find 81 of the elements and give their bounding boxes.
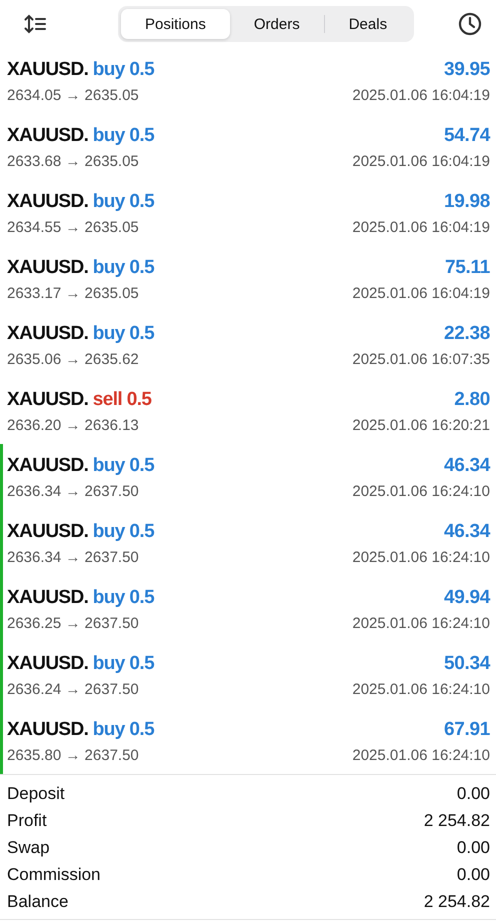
tab[interactable]: Deals [324, 9, 412, 39]
deal-time: 2025.01.06 16:04:19 [352, 152, 490, 170]
profit: 54.74 [444, 124, 490, 146]
order-type: buy 0.5 [92, 520, 154, 542]
summary-value: 0.00 [456, 838, 490, 858]
symbol: XAUUSD. [7, 520, 88, 542]
order-type: buy 0.5 [92, 454, 154, 476]
profit: 75.11 [445, 256, 490, 278]
profit: 67.91 [444, 718, 490, 740]
deal-time: 2025.01.06 16:20:21 [352, 416, 490, 434]
deal-row[interactable]: XAUUSD. buy 0.5 75.11 2633.17 → 2635.05 2025.01.06 16:04:19 [0, 246, 496, 312]
symbol: XAUUSD. [7, 190, 88, 212]
profit: 19.98 [444, 190, 490, 212]
order-type: buy 0.5 [92, 652, 154, 674]
order-type: buy 0.5 [92, 322, 154, 344]
deal-row[interactable]: XAUUSD. buy 0.5 67.91 2635.80 → 2637.50 2025.01.06 16:24:10 [0, 708, 496, 774]
summary-value: 2 254.82 [424, 810, 490, 830]
price-range: 2634.55 → 2635.05 [7, 218, 139, 236]
symbol: XAUUSD. [7, 256, 88, 278]
deal-row[interactable]: XAUUSD. sell 0.5 2.80 2636.20 → 2636.13 2025.01.06 16:20:21 [0, 378, 496, 444]
deal-row[interactable]: XAUUSD. buy 0.5 39.95 2634.05 → 2635.05 2025.01.06 16:04:19 [0, 48, 496, 114]
summary-label: Commission [7, 864, 101, 884]
sort-icon[interactable] [24, 14, 48, 34]
profit: 49.94 [444, 586, 490, 608]
symbol: XAUUSD. [7, 124, 88, 146]
deal-row[interactable]: XAUUSD. buy 0.5 22.38 2635.06 → 2635.62 2025.01.06 16:07:35 [0, 312, 496, 378]
tab[interactable]: Positions [121, 9, 230, 39]
summary-label: Balance [7, 892, 68, 912]
summary-label: Swap [7, 838, 50, 858]
price-range: 2636.20 → 2636.13 [7, 416, 139, 434]
profit: 50.34 [444, 652, 490, 674]
symbol: XAUUSD. [7, 388, 88, 410]
deal-time: 2025.01.06 16:24:10 [352, 614, 490, 632]
deal-time: 2025.01.06 16:04:19 [352, 218, 490, 236]
price-range: 2636.25 → 2637.50 [7, 614, 139, 632]
deal-time: 2025.01.06 16:04:19 [352, 86, 490, 104]
symbol: XAUUSD. [7, 586, 88, 608]
order-type: buy 0.5 [92, 190, 154, 212]
summary-value: 0.00 [456, 864, 490, 884]
deal-time: 2025.01.06 16:24:10 [352, 680, 490, 698]
deal-row[interactable]: XAUUSD. buy 0.5 46.34 2636.34 → 2637.50 2025.01.06 16:24:10 [0, 444, 496, 510]
deal-row[interactable]: XAUUSD. buy 0.5 19.98 2634.55 → 2635.05 2025.01.06 16:04:19 [0, 180, 496, 246]
deal-row[interactable]: XAUUSD. buy 0.5 46.34 2636.34 → 2637.50 2025.01.06 16:24:10 [0, 510, 496, 576]
deal-time: 2025.01.06 16:24:10 [352, 482, 490, 500]
symbol: XAUUSD. [7, 652, 88, 674]
summary-label: Deposit [7, 784, 65, 804]
profit: 39.95 [444, 58, 490, 80]
clock-icon[interactable] [458, 12, 482, 36]
price-range: 2636.34 → 2637.50 [7, 482, 139, 500]
profit: 22.38 [444, 322, 490, 344]
order-type: buy 0.5 [92, 718, 154, 740]
symbol: XAUUSD. [7, 322, 88, 344]
symbol: XAUUSD. [7, 454, 88, 476]
deal-time: 2025.01.06 16:07:35 [352, 350, 490, 368]
symbol: XAUUSD. [7, 58, 88, 80]
order-type: buy 0.5 [92, 256, 154, 278]
price-range: 2635.80 → 2637.50 [7, 746, 139, 764]
order-type: buy 0.5 [92, 124, 154, 146]
tab[interactable]: Orders [230, 9, 324, 39]
deal-time: 2025.01.06 16:24:10 [352, 548, 490, 566]
summary-value: 2 254.82 [424, 892, 490, 912]
order-type: buy 0.5 [92, 58, 154, 80]
order-type: buy 0.5 [92, 586, 154, 608]
profit: 2.80 [454, 388, 490, 410]
symbol: XAUUSD. [7, 718, 88, 740]
profit: 46.34 [444, 520, 490, 542]
price-range: 2636.34 → 2637.50 [7, 548, 139, 566]
summary-label: Profit [7, 810, 47, 830]
deal-time: 2025.01.06 16:24:10 [352, 746, 490, 764]
deal-time: 2025.01.06 16:04:19 [352, 284, 490, 302]
price-range: 2634.05 → 2635.05 [7, 86, 139, 104]
summary-value: 0.00 [456, 784, 490, 804]
price-range: 2633.68 → 2635.05 [7, 152, 139, 170]
deal-row[interactable]: XAUUSD. buy 0.5 49.94 2636.25 → 2637.50 2025.01.06 16:24:10 [0, 576, 496, 642]
order-type: sell 0.5 [92, 388, 152, 410]
price-range: 2636.24 → 2637.50 [7, 680, 139, 698]
price-range: 2633.17 → 2635.05 [7, 284, 139, 302]
deal-row[interactable]: XAUUSD. buy 0.5 50.34 2636.24 → 2637.50 2025.01.06 16:24:10 [0, 642, 496, 708]
deal-row[interactable]: XAUUSD. buy 0.5 54.74 2633.68 → 2635.05 2025.01.06 16:04:19 [0, 114, 496, 180]
price-range: 2635.06 → 2635.62 [7, 350, 139, 368]
profit: 46.34 [444, 454, 490, 476]
